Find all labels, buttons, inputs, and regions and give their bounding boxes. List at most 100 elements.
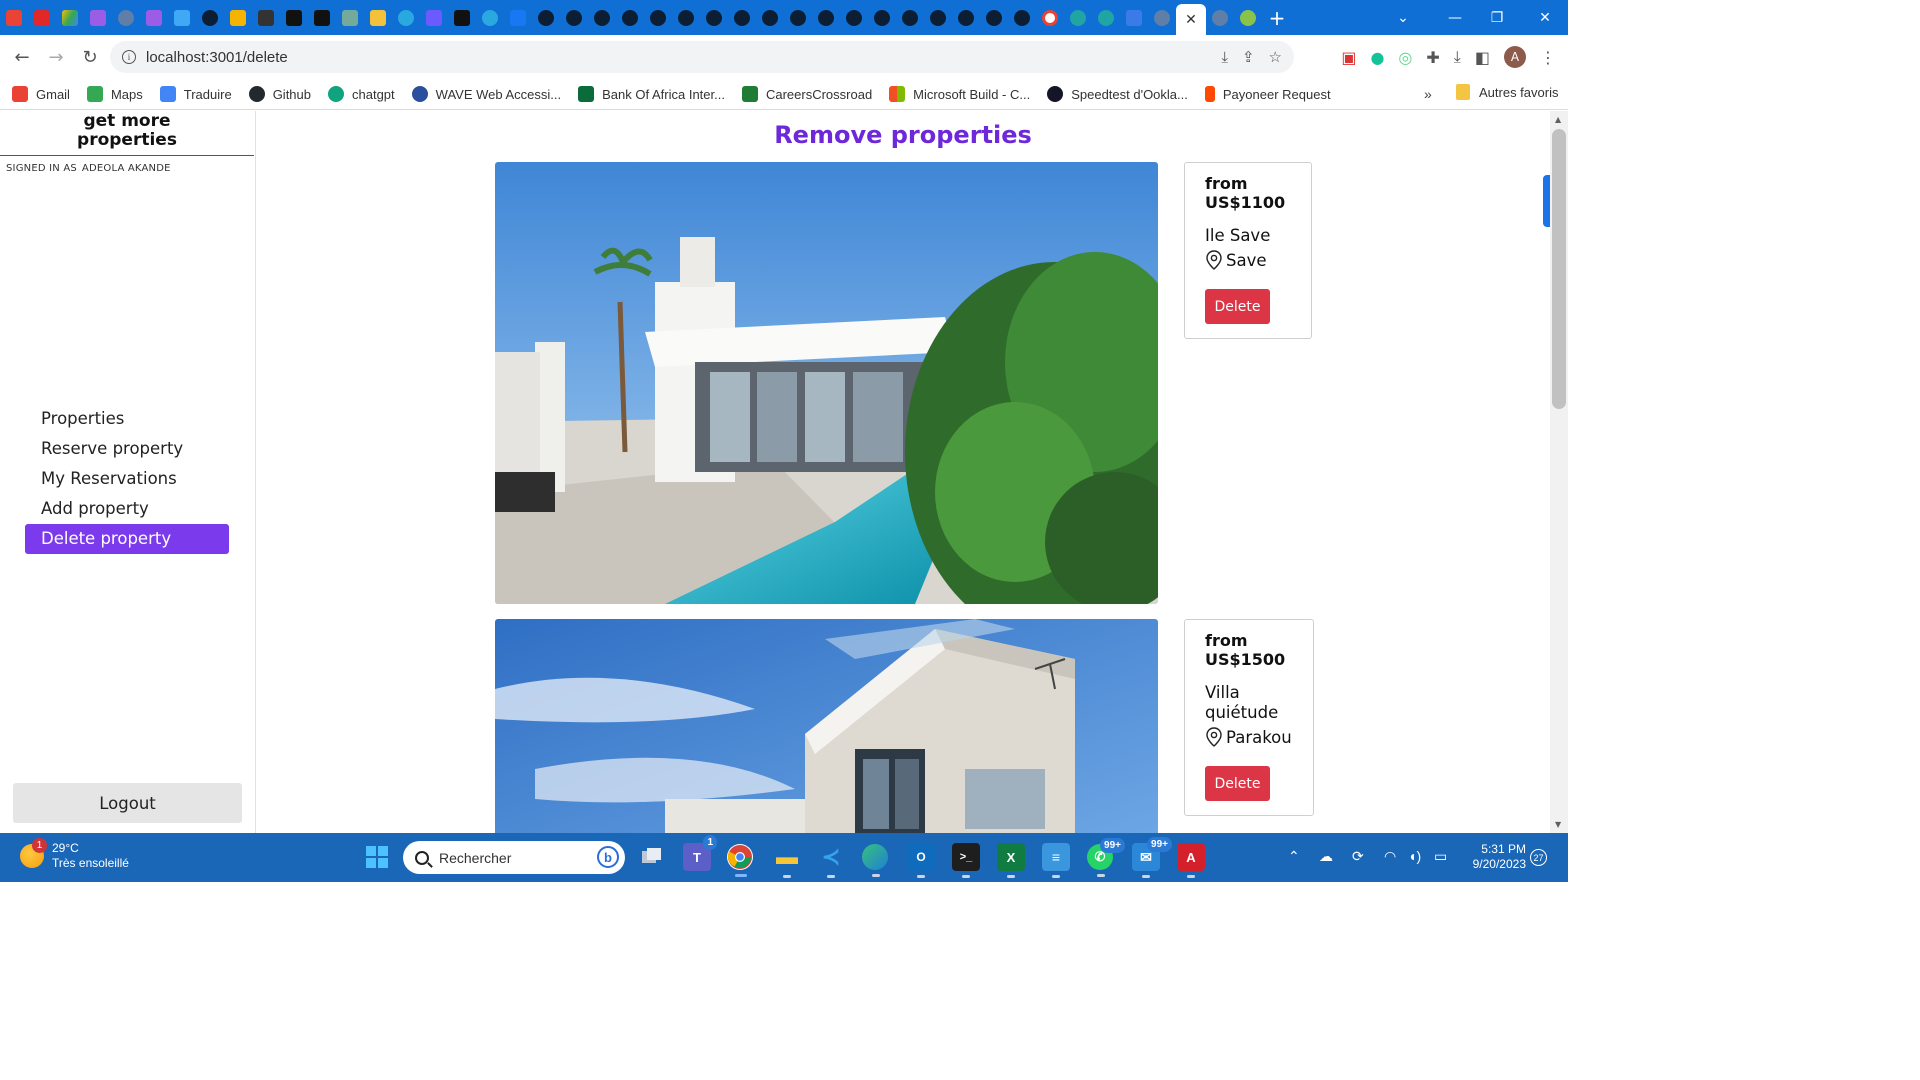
battery-icon[interactable]: ▭ <box>1434 848 1447 865</box>
tab-github-17[interactable] <box>952 0 980 35</box>
tab-google[interactable] <box>1036 0 1064 35</box>
tab-github-1[interactable] <box>196 0 224 35</box>
url-text[interactable]: localhost:3001/delete <box>146 49 288 66</box>
bing-icon[interactable]: b <box>597 846 619 868</box>
system-clock[interactable]: 5:31 PM 9/20/2023 <box>1466 842 1526 872</box>
tab-teal-2[interactable] <box>1092 0 1120 35</box>
weather-widget[interactable]: 1 29°C Très ensoleillé <box>20 838 129 871</box>
tab-github-7[interactable] <box>672 0 700 35</box>
outlook-icon[interactable]: O <box>907 843 935 878</box>
tab-c-app-1[interactable] <box>392 0 420 35</box>
tab-infinity-1[interactable] <box>84 0 112 35</box>
tab-github-9[interactable] <box>728 0 756 35</box>
tab-github-6[interactable] <box>644 0 672 35</box>
bookmark-chatgpt[interactable]: chatgpt <box>328 86 395 102</box>
delete-button[interactable]: Delete <box>1205 766 1270 801</box>
wifi-icon[interactable]: ◠ <box>1384 848 1396 865</box>
menu-kebab-icon[interactable]: ⋮ <box>1540 48 1556 67</box>
bookmark-star-icon[interactable]: ☆ <box>1269 48 1282 66</box>
close-tab-icon[interactable]: ✕ <box>1185 12 1197 28</box>
windows-start-icon[interactable] <box>363 843 391 871</box>
reload-icon[interactable]: ↻ <box>73 40 107 74</box>
bookmarks-overflow-icon[interactable]: » <box>1424 86 1432 102</box>
tab-github-10[interactable] <box>756 0 784 35</box>
onedrive-icon[interactable]: ☁ <box>1319 848 1333 865</box>
other-bookmarks-folder[interactable]: Autres favoris <box>1456 84 1558 100</box>
tab-github-11[interactable] <box>784 0 812 35</box>
tab-github-16[interactable] <box>924 0 952 35</box>
tab-c-app-2[interactable] <box>476 0 504 35</box>
tab-a-app[interactable] <box>308 0 336 35</box>
grammarly-icon[interactable]: ● <box>1370 48 1384 67</box>
tab-chatgpt[interactable] <box>336 0 364 35</box>
scrollbar-thumb[interactable] <box>1552 129 1566 409</box>
tab-github-5[interactable] <box>616 0 644 35</box>
tab-gmail[interactable] <box>0 0 28 35</box>
tab-generic-3[interactable] <box>1206 0 1234 35</box>
whatsapp-icon[interactable]: ✆ 99+ <box>1087 838 1125 877</box>
chrome-icon[interactable] <box>727 844 753 877</box>
tab-facebook[interactable] <box>504 0 532 35</box>
bookmark-careerscrossroad[interactable]: CareersCrossroad <box>741 86 872 102</box>
tab-active[interactable]: ✕ <box>1176 4 1206 35</box>
bookmark-gmail[interactable]: Gmail <box>12 86 70 102</box>
bookmark-payoneer[interactable]: Payoneer Request <box>1204 86 1331 102</box>
tab-generic-2[interactable] <box>1148 0 1176 35</box>
bookmark-github[interactable]: Github <box>248 86 311 102</box>
excel-icon[interactable]: X <box>997 843 1025 878</box>
tab-blue-app[interactable] <box>1120 0 1148 35</box>
tab-teal-1[interactable] <box>1064 0 1092 35</box>
tab-github-12[interactable] <box>812 0 840 35</box>
profile-avatar[interactable]: A <box>1504 46 1526 68</box>
downloads-icon[interactable]: ⤓ <box>1454 47 1461 67</box>
tab-github-4[interactable] <box>588 0 616 35</box>
task-view-icon[interactable] <box>638 843 666 871</box>
tab-typora[interactable] <box>280 0 308 35</box>
tab-vuetify[interactable] <box>364 0 392 35</box>
acrobat-icon[interactable]: A <box>1177 843 1205 878</box>
side-panel-icon[interactable]: ◧ <box>1475 48 1490 67</box>
tab-drive[interactable] <box>56 0 84 35</box>
restore-icon[interactable]: ❐ <box>1474 0 1520 35</box>
tab-parrot[interactable] <box>224 0 252 35</box>
scroll-up-icon[interactable]: ▲ <box>1555 115 1561 124</box>
bookmark-microsoft-build[interactable]: Microsoft Build - C... <box>889 86 1030 102</box>
tab-github-15[interactable] <box>896 0 924 35</box>
file-explorer-icon[interactable]: ▬ <box>773 843 801 878</box>
site-info-icon[interactable]: i <box>122 50 136 64</box>
notepad-icon[interactable]: ≡ <box>1042 843 1070 878</box>
taskbar-search-box[interactable]: Rechercher b <box>403 841 625 874</box>
tab-copilot[interactable] <box>168 0 196 35</box>
install-app-icon[interactable]: ⤓ <box>1221 48 1228 66</box>
sidebar-item-properties[interactable]: Properties <box>25 404 229 434</box>
delete-button[interactable]: Delete <box>1205 289 1270 324</box>
tab-heart[interactable] <box>420 0 448 35</box>
logout-button[interactable]: Logout <box>13 783 242 823</box>
vscode-icon[interactable]: ≺ <box>817 843 845 878</box>
tab-github-2[interactable] <box>532 0 560 35</box>
tab-green-app[interactable] <box>1234 0 1262 35</box>
brand-logo[interactable]: get more properties <box>0 111 254 156</box>
sidebar-item-add-property[interactable]: Add property <box>25 494 229 524</box>
bookmark-traduire[interactable]: Traduire <box>159 86 232 102</box>
tray-overflow-icon[interactable]: ⌃ <box>1288 848 1300 865</box>
tab-infinity-2[interactable] <box>140 0 168 35</box>
forward-icon[interactable]: → <box>39 40 73 74</box>
scroll-down-icon[interactable]: ▼ <box>1555 820 1561 829</box>
sidebar-item-delete-property[interactable]: Delete property <box>25 524 229 554</box>
volume-icon[interactable]: ◖) <box>1408 848 1421 864</box>
sync-icon[interactable]: ⟳ <box>1352 848 1364 865</box>
tab-arc[interactable] <box>448 0 476 35</box>
tab-github-8[interactable] <box>700 0 728 35</box>
extension-red-icon[interactable]: ▣ <box>1341 48 1356 67</box>
bookmark-wave[interactable]: WAVE Web Accessi... <box>411 86 561 102</box>
sidebar-item-my-reservations[interactable]: My Reservations <box>25 464 229 494</box>
tab-search-icon[interactable]: ⌄ <box>1380 0 1426 35</box>
close-window-icon[interactable]: ✕ <box>1522 0 1568 35</box>
address-bar[interactable]: i localhost:3001/delete ⤓ ⇪ ☆ <box>110 41 1294 73</box>
terminal-icon[interactable]: >_ <box>952 843 980 878</box>
tab-generic-1[interactable] <box>112 0 140 35</box>
mail-icon[interactable]: ✉ 99+ <box>1132 837 1172 878</box>
bookmark-speedtest[interactable]: Speedtest d'Ookla... <box>1047 86 1188 102</box>
extensions-puzzle-icon[interactable]: ✚ <box>1426 48 1439 67</box>
